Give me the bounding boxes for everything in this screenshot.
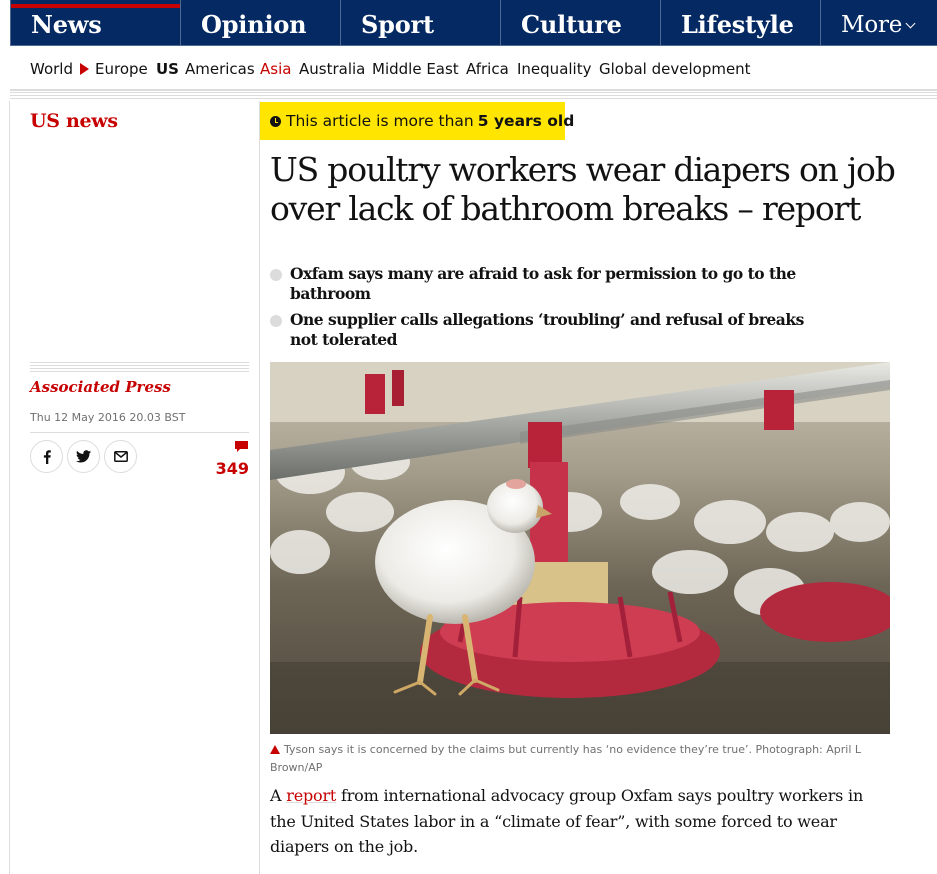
facebook-icon (43, 449, 51, 464)
comments-count: 349 (215, 459, 249, 478)
subnav-europe[interactable]: Europe (95, 60, 148, 78)
pillar-lifestyle[interactable]: Lifestyle (660, 0, 820, 46)
twitter-icon (76, 450, 91, 463)
share-twitter-button[interactable] (67, 440, 100, 473)
section-divider (10, 89, 937, 101)
section-label[interactable]: US news (30, 110, 118, 132)
sub-nav: World Europe US Americas Asia Australia … (10, 46, 937, 91)
pillar-label: Culture (521, 10, 622, 39)
pillar-label: Sport (361, 10, 434, 39)
left-border (9, 101, 10, 874)
subnav-world[interactable]: World (30, 60, 73, 78)
subnav-africa[interactable]: Africa (466, 60, 509, 78)
comments-link[interactable]: 349 (200, 438, 249, 479)
pillar-label: Opinion (201, 10, 307, 39)
subnav-global-development[interactable]: Global development (599, 60, 751, 78)
main-image[interactable] (270, 362, 890, 734)
meta-rule (30, 432, 249, 433)
article-age-warning: This article is more than 5 years old (260, 102, 574, 140)
pillar-label: News (31, 10, 102, 39)
clock-icon (270, 115, 281, 127)
share-email-button[interactable] (104, 440, 137, 473)
subnav-inequality[interactable]: Inequality (517, 60, 591, 78)
age-warning-age: 5 years old (477, 112, 575, 130)
subnav-americas[interactable]: Americas (185, 60, 255, 78)
more-label: More (841, 12, 903, 38)
image-caption: Tyson says it is concerned by the claims… (270, 741, 870, 777)
headline: US poultry workers wear diapers on job o… (270, 150, 896, 228)
bullet-icon (270, 269, 282, 281)
standfirst-item: One supplier calls allegations ‘troublin… (270, 310, 810, 350)
comment-icon (235, 441, 248, 452)
pillar-sport[interactable]: Sport (340, 0, 500, 46)
article-body: A report from international advocacy gro… (270, 786, 864, 856)
active-indicator (11, 4, 180, 8)
pillar-opinion[interactable]: Opinion (180, 0, 340, 46)
dateline: Thu 12 May 2016 20.03 BST (30, 411, 186, 424)
triangle-right-icon (80, 63, 89, 75)
age-warning-prefix: This article is more than (286, 112, 474, 130)
bullet-icon (270, 315, 282, 327)
caption-text: Tyson says it is concerned by the claims… (270, 743, 862, 774)
pillar-label: Lifestyle (681, 10, 794, 39)
email-icon (113, 451, 128, 462)
chevron-down-icon (905, 18, 916, 29)
report-link[interactable]: report (286, 786, 336, 805)
pillar-culture[interactable]: Culture (500, 0, 660, 46)
standfirst: Oxfam says many are afraid to ask for pe… (270, 264, 810, 356)
pillar-nav: News Opinion Sport Culture Lifestyle Mor… (10, 0, 937, 46)
subnav-us[interactable]: US (156, 60, 179, 78)
chicken-photo (270, 362, 890, 734)
standfirst-item: Oxfam says many are afraid to ask for pe… (270, 264, 810, 304)
column-divider (259, 101, 260, 874)
subnav-australia[interactable]: Australia (299, 60, 365, 78)
triangle-up-icon (270, 745, 280, 754)
share-facebook-button[interactable] (30, 440, 63, 473)
byline[interactable]: Associated Press (30, 378, 171, 396)
subnav-middle-east[interactable]: Middle East (372, 60, 459, 78)
pillar-news[interactable]: News (10, 0, 180, 46)
meta-divider (30, 362, 249, 372)
subnav-asia[interactable]: Asia (260, 60, 291, 78)
more-menu-button[interactable]: More (820, 0, 937, 46)
